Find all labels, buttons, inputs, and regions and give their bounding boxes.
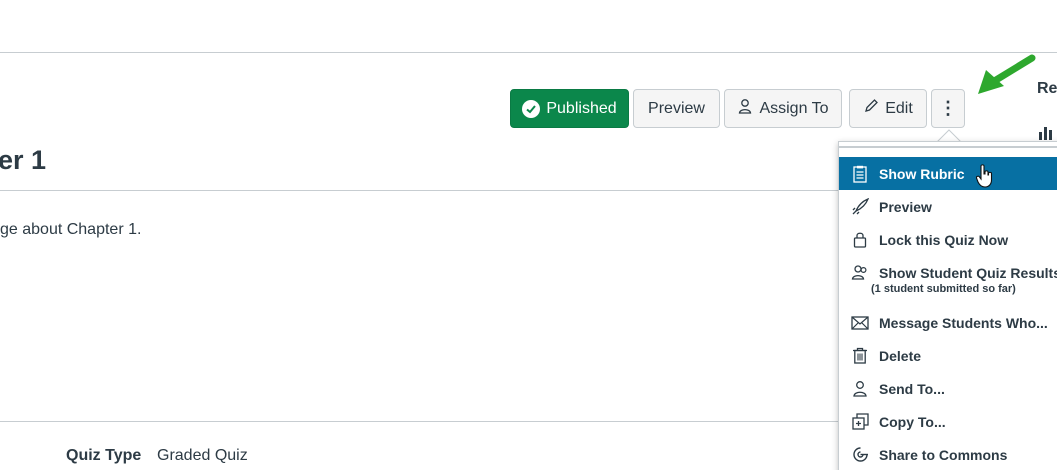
kebab-icon: ⋮ — [939, 98, 957, 118]
hand-cursor-icon — [976, 164, 993, 188]
preview-label: Preview — [648, 99, 705, 117]
quiz-description: ge about Chapter 1. — [0, 221, 142, 238]
edit-button[interactable]: Edit — [849, 89, 927, 128]
published-label: Published — [546, 99, 617, 117]
menu-item-label: Show Student Quiz Results — [879, 264, 1057, 281]
related-items-heading: Rel — [1037, 80, 1057, 97]
assign-to-label: Assign To — [759, 99, 829, 117]
menu-item-send-to[interactable]: Send To... — [839, 372, 1057, 405]
quiz-type-value: Graded Quiz — [157, 447, 248, 464]
users-icon — [851, 264, 869, 282]
menu-item-label: Message Students Who... — [879, 314, 1048, 331]
published-button[interactable]: Published — [510, 89, 629, 128]
menu-item-message-students[interactable]: Message Students Who... — [839, 306, 1057, 339]
pencil-icon — [863, 98, 879, 119]
more-options-menu: Show Rubric Preview Lock this Quiz Now S… — [838, 141, 1057, 470]
commons-icon — [851, 446, 869, 464]
trash-icon — [851, 347, 869, 365]
page-title: er 1 — [0, 145, 47, 175]
more-options-button[interactable]: ⋮ — [931, 89, 965, 128]
stats-icon[interactable] — [1038, 126, 1054, 140]
menu-item-copy-to[interactable]: Copy To... — [839, 405, 1057, 438]
menu-item-label: Show Rubric — [879, 165, 965, 182]
menu-item-label: Share to Commons — [879, 446, 1008, 463]
annotation-arrow-icon — [978, 54, 1036, 94]
menu-top-rule — [838, 146, 1057, 148]
user-icon — [737, 98, 753, 119]
menu-caret — [937, 129, 961, 142]
menu-item-label: Send To... — [879, 380, 945, 397]
envelope-icon — [851, 314, 869, 332]
menu-item-delete[interactable]: Delete — [839, 339, 1057, 372]
details-divider — [0, 421, 838, 422]
assign-to-button[interactable]: Assign To — [724, 89, 842, 128]
menu-item-label: Copy To... — [879, 413, 946, 430]
submission-count-note: (1 student submitted so far) — [871, 283, 1016, 295]
rubric-icon — [851, 165, 869, 183]
menu-item-show-rubric[interactable]: Show Rubric — [839, 157, 1057, 190]
menu-item-label: Lock this Quiz Now — [879, 231, 1009, 248]
menu-item-label: Preview — [879, 198, 932, 215]
menu-item-share-to-commons[interactable]: Share to Commons — [839, 438, 1057, 470]
top-divider — [0, 52, 1057, 53]
quiz-type-label: Quiz Type — [66, 447, 142, 464]
lock-icon — [851, 231, 869, 249]
menu-item-lock-quiz[interactable]: Lock this Quiz Now — [839, 223, 1057, 256]
user-icon — [851, 380, 869, 398]
title-divider — [0, 190, 838, 191]
rocket-icon — [851, 198, 869, 216]
preview-button[interactable]: Preview — [633, 89, 720, 128]
edit-label: Edit — [885, 99, 913, 117]
menu-item-preview[interactable]: Preview — [839, 190, 1057, 223]
menu-item-label: Delete — [879, 347, 922, 364]
check-circle-icon — [522, 99, 541, 118]
copy-icon — [851, 413, 869, 431]
